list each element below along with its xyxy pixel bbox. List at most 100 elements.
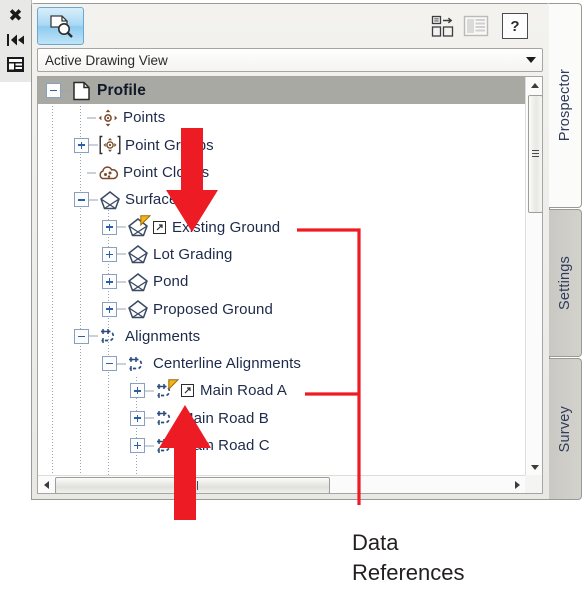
collapse-node-button[interactable] <box>74 192 89 208</box>
tree-item-label: Point Clouds <box>123 164 210 182</box>
tree-item-main-road-b[interactable]: Main Road B <box>38 405 525 432</box>
shortcut-flag-icon <box>140 215 151 227</box>
alignment-icon <box>154 379 179 402</box>
caption-line-2: References <box>352 560 465 585</box>
tree-item-lot-grading[interactable]: Lot Grading <box>38 241 525 268</box>
scrollbar-corner <box>525 475 542 493</box>
surface-icon <box>126 298 150 320</box>
horizontal-scroll-thumb[interactable] <box>55 477 330 493</box>
close-glyph: ✖ <box>8 5 23 26</box>
help-button[interactable]: ? <box>499 11 531 41</box>
tree-viewport: Profile Points Point Groups Point Clouds Sur… <box>38 77 525 475</box>
active-view-value: Active Drawing View <box>45 52 168 68</box>
item-view-button[interactable] <box>460 11 492 41</box>
vertical-scroll-thumb[interactable] <box>528 95 542 213</box>
palette-left-toolbar: ✖ <box>0 0 32 82</box>
item-view-icon <box>463 15 489 37</box>
palette-toolbar: ? <box>32 4 549 46</box>
tree-connector <box>117 220 126 234</box>
tab-prospector-label: Prospector <box>557 69 573 142</box>
tab-survey-label: Survey <box>557 405 573 453</box>
tree-connector <box>117 247 126 261</box>
tree-item-proposed-ground[interactable]: Proposed Ground <box>38 295 525 322</box>
expand-node-button[interactable] <box>130 410 145 426</box>
tree-item-label: Surfaces <box>125 191 185 209</box>
prospector-tree-panel: Profile Points Point Groups Point Clouds Sur… <box>37 76 543 494</box>
alignment-icon <box>98 325 122 347</box>
data-references-caption: Data References <box>352 528 577 588</box>
expand-node-button[interactable] <box>130 438 145 453</box>
tree-item-points[interactable]: Points <box>38 104 525 131</box>
tab-settings-label: Settings <box>557 256 573 310</box>
tree-item-label: Pond <box>153 273 189 291</box>
tree-item-label: Profile <box>97 81 146 99</box>
tree-item-alignments[interactable]: Alignments <box>38 323 525 350</box>
tree-item-label: Existing Ground <box>172 218 281 236</box>
tree-item-label: Main Road A <box>200 382 287 400</box>
tree-item-surfaces[interactable]: Surfaces <box>38 186 525 213</box>
expand-node-button[interactable] <box>102 219 117 235</box>
collapse-node-button[interactable] <box>46 83 61 99</box>
data-reference-badge <box>181 384 194 398</box>
tree-connector <box>117 357 126 371</box>
chevron-down-icon[interactable] <box>520 49 542 71</box>
panorama-button[interactable] <box>427 11 459 41</box>
tree-item-point-groups[interactable]: Point Groups <box>38 132 525 159</box>
auto-hide-icon[interactable] <box>3 28 29 52</box>
drawing-icon <box>70 80 94 102</box>
scroll-down-button[interactable] <box>526 459 542 475</box>
expand-node-button[interactable] <box>130 383 145 399</box>
caption-line-1: Data <box>352 530 399 555</box>
tree-item-pond[interactable]: Pond <box>38 268 525 295</box>
prospector-palette: ? Active Drawing View Profile Points Point… <box>31 3 550 500</box>
tab-prospector[interactable]: Prospector <box>549 3 582 208</box>
scroll-up-button[interactable] <box>526 77 542 93</box>
tree-item-label: Points <box>123 109 166 127</box>
data-reference-badge <box>153 220 166 234</box>
tree-item-label: Main Road B <box>181 409 269 427</box>
point-clouds-icon <box>96 162 120 184</box>
tree-item-centerline-alignments[interactable]: Centerline Alignments <box>38 350 525 377</box>
scroll-grip-icon <box>532 149 539 159</box>
prospector-view-button[interactable] <box>37 7 84 45</box>
alignment-icon <box>126 353 150 375</box>
properties-menu-icon[interactable] <box>3 52 29 76</box>
tree-connector <box>145 439 154 452</box>
scroll-left-button[interactable] <box>38 476 54 493</box>
tree-item-main-road-a[interactable]: Main Road A <box>38 377 525 404</box>
expand-node-button[interactable] <box>102 274 117 290</box>
tree-item-label: Centerline Alignments <box>153 355 302 373</box>
tree-item-existing-ground[interactable]: Existing Ground <box>38 213 525 240</box>
close-icon[interactable]: ✖ <box>3 4 29 28</box>
tree-item-main-road-c[interactable]: Main Road C <box>38 432 525 459</box>
active-view-combobox[interactable]: Active Drawing View <box>37 48 543 72</box>
tree-item-label: Main Road C <box>181 437 270 454</box>
scroll-right-button[interactable] <box>509 476 525 493</box>
tree-item-point-clouds[interactable]: Point Clouds <box>38 159 525 186</box>
drawing-search-icon <box>49 15 73 38</box>
tab-survey[interactable]: Survey <box>549 358 582 500</box>
tree-horizontal-scrollbar[interactable] <box>38 475 525 493</box>
tab-settings[interactable]: Settings <box>549 209 582 357</box>
alignment-icon <box>154 407 178 429</box>
tree-connector <box>117 302 126 316</box>
points-icon <box>96 107 120 129</box>
tree-item-label: Proposed Ground <box>153 300 273 318</box>
tree-item-profile[interactable]: Profile <box>38 77 525 105</box>
surface-icon <box>126 243 150 265</box>
collapse-node-button[interactable] <box>74 328 89 344</box>
tree-vertical-scrollbar[interactable] <box>525 77 542 475</box>
tree-connector <box>87 166 96 180</box>
tree-connector <box>89 138 98 152</box>
expand-node-button[interactable] <box>102 246 117 262</box>
tree-list: Profile Points Point Groups Point Clouds Sur… <box>38 77 525 459</box>
panorama-icon <box>431 15 454 37</box>
tree-connector <box>145 384 154 398</box>
expand-node-button[interactable] <box>102 301 117 317</box>
tree-item-label: Point Groups <box>125 136 214 154</box>
expand-node-button[interactable] <box>74 137 89 153</box>
tree-connector <box>87 111 96 125</box>
collapse-node-button[interactable] <box>102 356 117 372</box>
